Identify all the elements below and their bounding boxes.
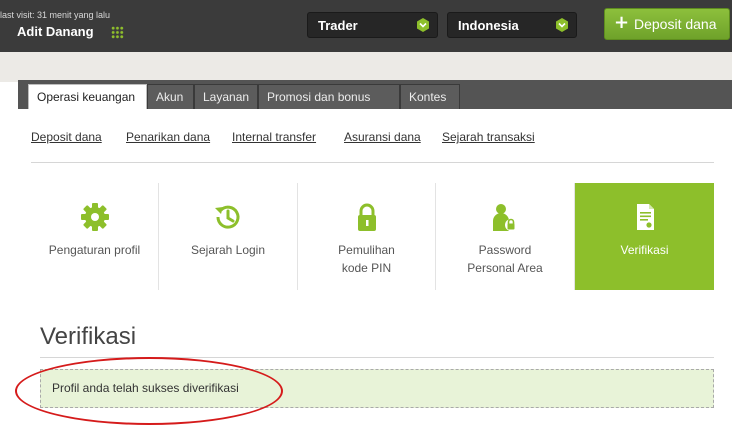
chevron-down-icon <box>417 18 429 32</box>
document-icon <box>636 204 654 230</box>
top-header: last visit: 31 menit yang lalu Adit Dana… <box>0 0 732 52</box>
apps-grid-icon[interactable] <box>111 26 124 39</box>
gear-icon <box>80 203 109 231</box>
tab-kontes[interactable]: Kontes <box>400 84 460 109</box>
tile-pemulihan-kode-pin[interactable]: Pemulihan kode PIN <box>298 183 436 290</box>
subnav-penarikan-dana[interactable]: Penarikan dana <box>126 130 210 144</box>
subnav-deposit-dana[interactable]: Deposit dana <box>31 130 102 144</box>
tile-label: Pengaturan profil <box>48 243 141 257</box>
divider <box>40 357 714 358</box>
tile-verifikasi[interactable]: Verifikasi <box>575 183 714 290</box>
divider <box>31 162 714 163</box>
page-title: Verifikasi <box>40 323 137 350</box>
content-panel: Deposit dana Penarikan dana Internal tra… <box>18 109 732 442</box>
tile-sejarah-login[interactable]: Sejarah Login <box>159 183 298 290</box>
tile-label: Sejarah Login <box>190 243 266 257</box>
tile-password-personal-area[interactable]: Password Personal Area <box>436 183 575 290</box>
country-select[interactable]: Indonesia <box>447 12 577 38</box>
history-icon <box>215 205 240 229</box>
tab-akun[interactable]: Akun <box>147 84 194 109</box>
subnav-asuransi-dana[interactable]: Asuransi dana <box>344 130 421 144</box>
deposit-button[interactable]: + Deposit dana <box>604 8 730 40</box>
tile-label: Password Personal Area <box>467 243 543 275</box>
tab-promosi-dan-bonus[interactable]: Promosi dan bonus <box>258 84 400 109</box>
header-spacer <box>0 52 732 82</box>
account-type-select[interactable]: Trader <box>307 12 438 38</box>
user-lock-icon <box>493 204 517 231</box>
plus-icon: + <box>614 12 630 33</box>
tile-pengaturan-profil[interactable]: Pengaturan profil <box>31 183 159 290</box>
verification-success-notice: Profil anda telah sukses diverifikasi <box>40 369 714 408</box>
tab-operasi-keuangan[interactable]: Operasi keuangan <box>28 84 147 109</box>
notice-text: Profil anda telah sukses diverifikasi <box>52 381 239 395</box>
deposit-button-label: Deposit dana <box>634 16 717 32</box>
lock-icon <box>357 203 376 231</box>
tile-label: Pemulihan kode PIN <box>338 243 395 275</box>
last-visit-text: last visit: 31 menit yang lalu <box>0 10 111 20</box>
subnav-internal-transfer[interactable]: Internal transfer <box>232 130 316 144</box>
tile-label: Verifikasi <box>620 243 669 257</box>
country-value: Indonesia <box>458 18 519 33</box>
account-type-value: Trader <box>318 18 358 33</box>
tab-layanan[interactable]: Layanan <box>194 84 258 109</box>
subnav-sejarah-transaksi[interactable]: Sejarah transaksi <box>442 130 535 144</box>
main-tab-bar: Operasi keuangan Akun Layanan Promosi da… <box>18 80 732 109</box>
chevron-down-icon <box>556 18 568 32</box>
username-link[interactable]: Adit Danang <box>17 24 94 39</box>
